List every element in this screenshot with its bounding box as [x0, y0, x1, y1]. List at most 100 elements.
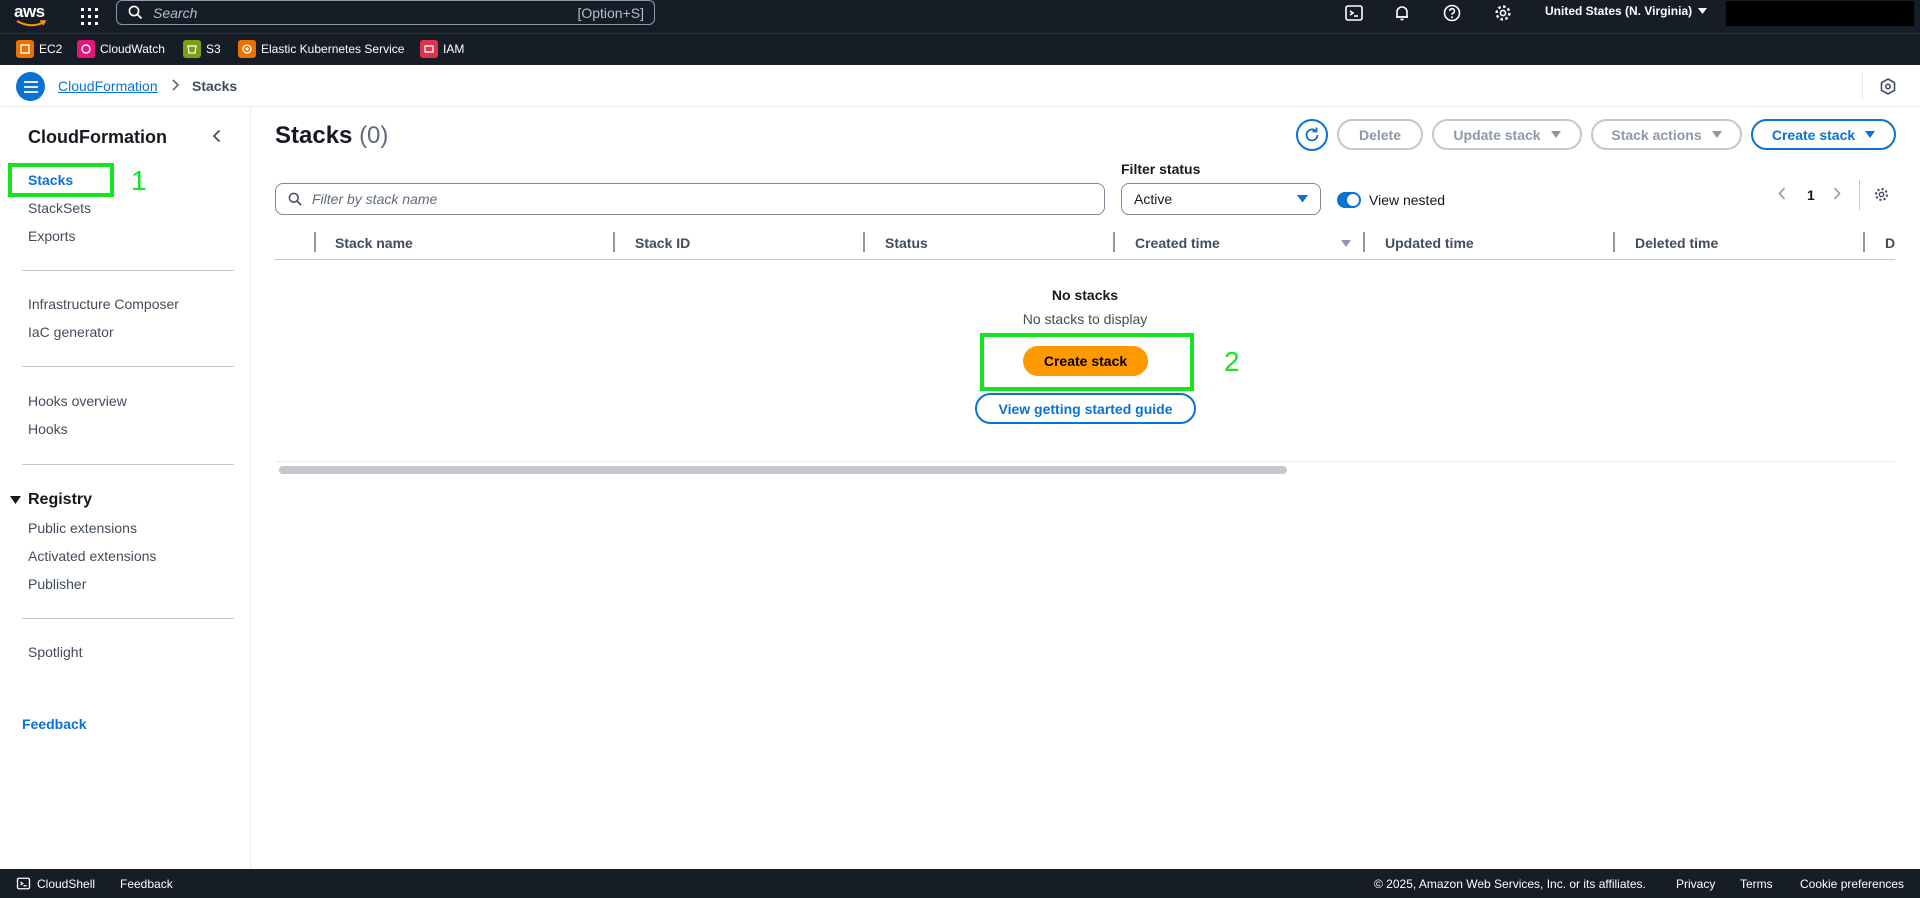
account-menu[interactable]: [1726, 1, 1914, 26]
settings-icon[interactable]: [1493, 3, 1513, 23]
sidebar-feedback-link[interactable]: Feedback: [22, 716, 87, 732]
caret-down-icon: [1550, 130, 1561, 138]
filter-status-select[interactable]: Active: [1121, 183, 1321, 215]
s3-icon: [183, 40, 201, 58]
hamburger-icon: [23, 80, 38, 93]
sidebar-item-hooks-overview[interactable]: Hooks overview: [28, 393, 127, 409]
footer-cookie-preferences[interactable]: Cookie preferences: [1800, 877, 1904, 891]
column-header-status[interactable]: Status: [885, 235, 928, 251]
sidebar-divider: [22, 464, 234, 465]
stack-count: (0): [359, 122, 389, 149]
favorite-label: CloudWatch: [100, 42, 165, 56]
update-stack-button[interactable]: Update stack: [1432, 119, 1582, 150]
column-header-stack-id[interactable]: Stack ID: [635, 235, 690, 251]
chevron-left-icon[interactable]: [1778, 187, 1786, 200]
chevron-right-icon: [172, 79, 180, 91]
sidebar-item-stacksets[interactable]: StackSets: [28, 200, 91, 216]
footer-copyright: © 2025, Amazon Web Services, Inc. or its…: [1374, 877, 1646, 891]
refresh-icon: [1305, 127, 1319, 142]
column-divider[interactable]: [1613, 232, 1615, 252]
search-icon: [288, 192, 302, 206]
sidebar-section-registry[interactable]: Registry: [10, 491, 92, 509]
grid-icon[interactable]: [80, 7, 99, 26]
sidebar-item-hooks[interactable]: Hooks: [28, 421, 68, 437]
favorite-eks[interactable]: Elastic Kubernetes Service: [238, 40, 404, 58]
column-header-truncated[interactable]: D: [1885, 235, 1895, 251]
sidebar-item-spotlight[interactable]: Spotlight: [28, 644, 82, 660]
eks-icon: [238, 40, 256, 58]
sidebar-section-label: Registry: [28, 491, 93, 508]
sidebar-item-public-extensions[interactable]: Public extensions: [28, 520, 137, 536]
column-header-updated-time[interactable]: Updated time: [1385, 235, 1474, 251]
horizontal-scrollbar[interactable]: [275, 461, 1895, 474]
global-search-input[interactable]: Search [Option+S]: [116, 0, 655, 25]
column-divider[interactable]: [1113, 232, 1115, 252]
column-divider[interactable]: [1863, 232, 1865, 252]
filter-placeholder: Filter by stack name: [312, 191, 438, 207]
footer-terms[interactable]: Terms: [1740, 877, 1773, 891]
footer-cloudshell[interactable]: CloudShell: [16, 876, 95, 891]
column-divider[interactable]: [613, 232, 615, 252]
chevron-right-icon[interactable]: [1833, 187, 1841, 200]
search-icon: [128, 5, 143, 20]
aws-logo[interactable]: aws: [14, 2, 50, 28]
favorite-ec2[interactable]: EC2: [16, 40, 62, 58]
footer-cloudshell-label: CloudShell: [37, 876, 96, 891]
stack-name-filter-input[interactable]: Filter by stack name: [275, 183, 1105, 215]
column-header-created-time[interactable]: Created time: [1135, 235, 1220, 251]
top-navigation: aws Search [Option+S] United States (N. …: [0, 0, 1920, 33]
page-number[interactable]: 1: [1807, 187, 1815, 203]
divider: [1859, 180, 1860, 210]
favorite-cloudwatch[interactable]: CloudWatch: [77, 40, 165, 58]
filter-status-value: Active: [1134, 191, 1173, 207]
column-header-deleted-time[interactable]: Deleted time: [1635, 235, 1718, 251]
sort-descending-icon[interactable]: [1341, 240, 1351, 247]
cloudwatch-icon: [77, 40, 95, 58]
footer-feedback[interactable]: Feedback: [120, 877, 173, 891]
search-shortcut: [Option+S]: [577, 4, 644, 21]
favorite-label: IAM: [443, 42, 465, 56]
favorite-iam[interactable]: IAM: [420, 40, 464, 58]
annotation-box-1: [8, 163, 114, 197]
column-divider[interactable]: [1363, 232, 1365, 252]
bell-icon[interactable]: [1392, 3, 1412, 23]
favorites-bar: EC2 CloudWatch S3 Elastic Kubernetes Ser…: [0, 33, 1920, 65]
chevron-left-icon[interactable]: [212, 129, 221, 143]
sidebar-item-activated-extensions[interactable]: Activated extensions: [28, 548, 156, 564]
ec2-icon: [16, 40, 34, 58]
table-settings-icon[interactable]: [1873, 186, 1890, 203]
favorite-label: EC2: [39, 42, 63, 56]
help-icon[interactable]: [1442, 3, 1462, 23]
favorite-s3[interactable]: S3: [183, 40, 221, 58]
column-divider[interactable]: [863, 232, 865, 252]
breadcrumb-cloudformation[interactable]: CloudFormation: [58, 78, 158, 94]
view-nested-toggle[interactable]: [1337, 192, 1361, 208]
breadcrumb-bar: CloudFormation Stacks: [0, 65, 1920, 107]
footer-privacy[interactable]: Privacy: [1676, 877, 1715, 891]
caret-down-icon: [1711, 130, 1722, 138]
annotation-number-2: 2: [1224, 346, 1240, 377]
iam-icon: [420, 40, 438, 58]
create-stack-dropdown-button[interactable]: Create stack: [1751, 119, 1896, 150]
filter-status-label: Filter status: [1121, 161, 1201, 177]
column-header-stack-name[interactable]: Stack name: [335, 235, 413, 251]
delete-button[interactable]: Delete: [1337, 119, 1423, 150]
button-label: Create stack: [1771, 126, 1856, 143]
region-selector[interactable]: United States (N. Virginia): [1545, 4, 1708, 18]
sidebar-item-exports[interactable]: Exports: [28, 228, 75, 244]
cloudshell-icon[interactable]: [1344, 3, 1364, 23]
view-getting-started-guide-button[interactable]: View getting started guide: [975, 393, 1196, 424]
annotation-number-1: 1: [131, 165, 147, 196]
menu-button[interactable]: [16, 72, 45, 101]
cloudshell-icon: [16, 877, 31, 890]
stack-actions-button[interactable]: Stack actions: [1591, 119, 1742, 150]
caret-down-icon: [10, 495, 21, 504]
side-navigation: CloudFormation Stacks StackSets Exports …: [0, 107, 251, 869]
footer: CloudShell Feedback © 2025, Amazon Web S…: [0, 869, 1920, 898]
region-label: United States (N. Virginia): [1545, 4, 1693, 18]
search-placeholder: Search: [153, 4, 198, 21]
help-panel-icon[interactable]: [1880, 78, 1896, 95]
sidebar-item-publisher[interactable]: Publisher: [28, 576, 86, 592]
refresh-button[interactable]: [1296, 119, 1328, 151]
scrollbar-thumb[interactable]: [279, 466, 1287, 474]
